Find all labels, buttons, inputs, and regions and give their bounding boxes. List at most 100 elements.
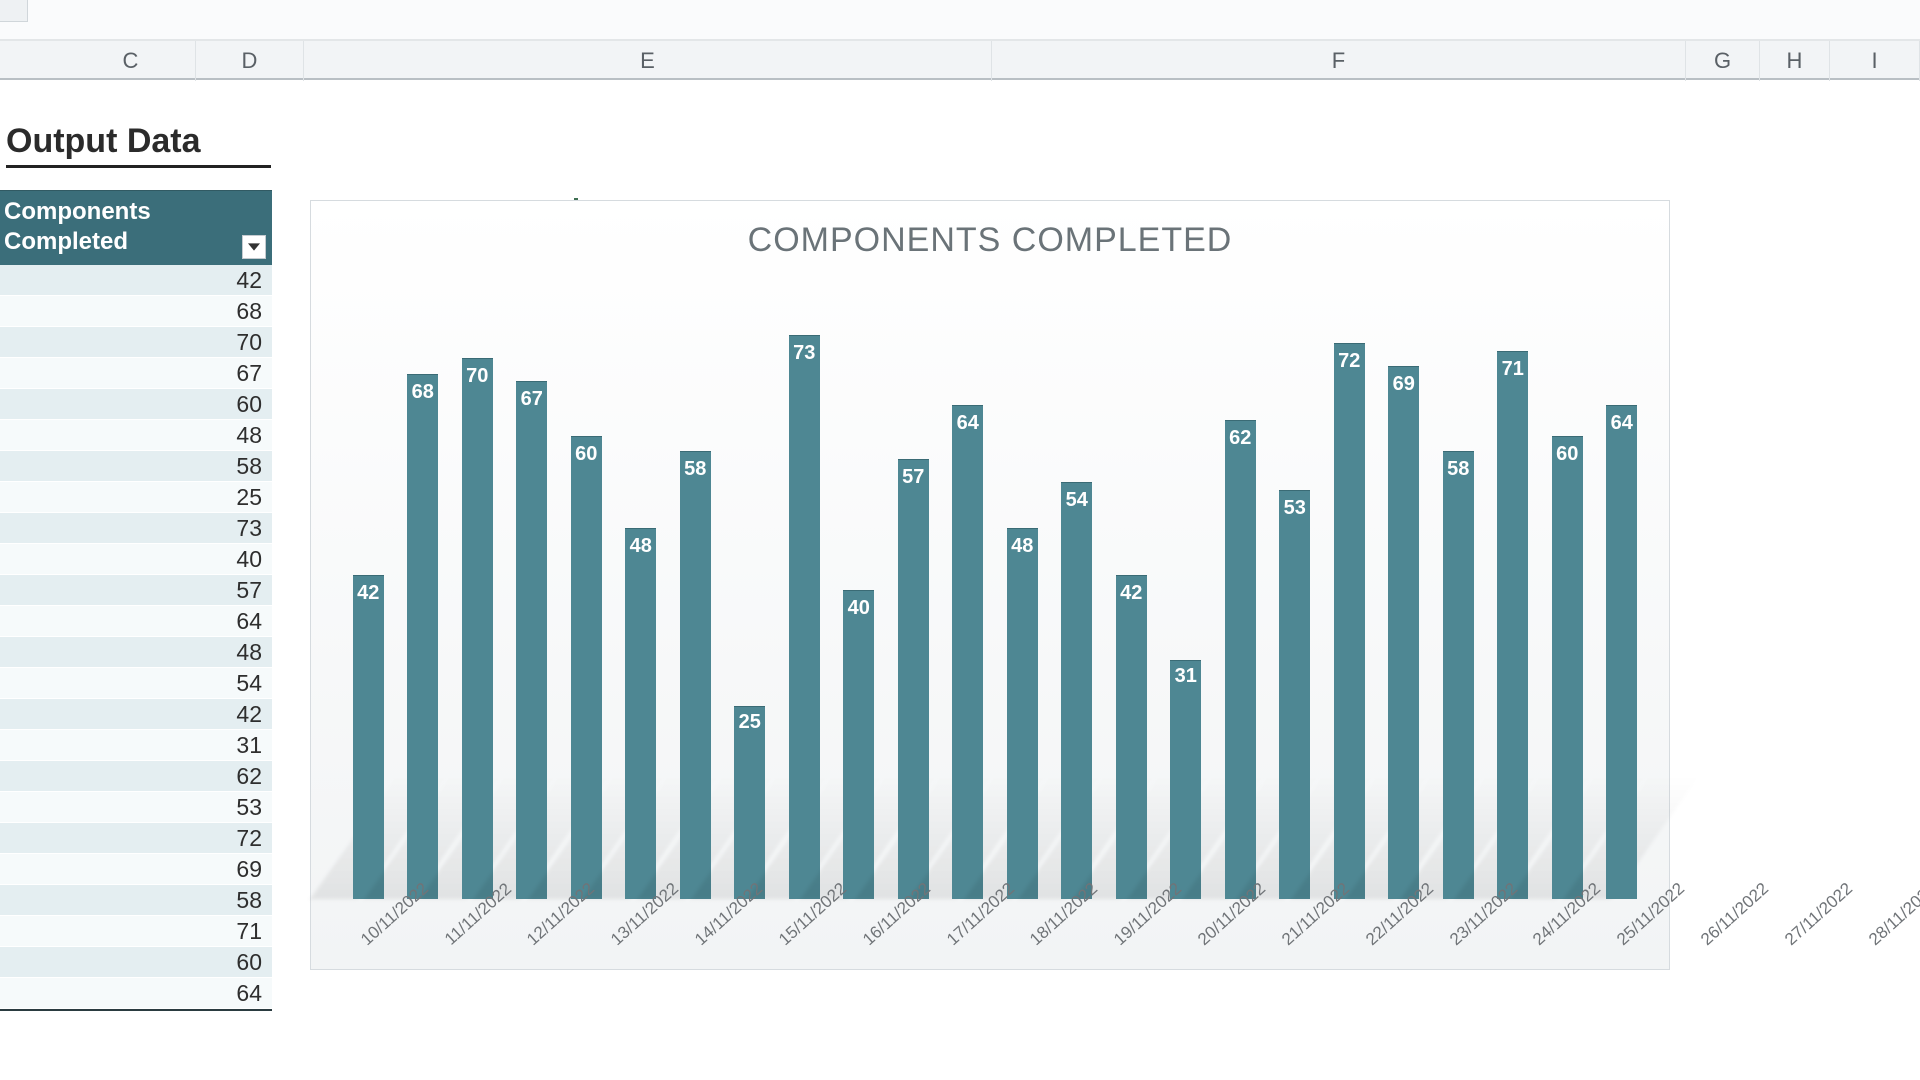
table-row[interactable]: 42 [0, 699, 272, 730]
bar[interactable]: 67 [516, 381, 547, 899]
bar[interactable]: 68 [407, 374, 438, 899]
bar-slot: 64 [941, 281, 996, 899]
table-row[interactable]: 57 [0, 575, 272, 606]
table-row[interactable]: 60 [0, 947, 272, 978]
bar[interactable]: 60 [571, 436, 602, 900]
bar[interactable]: 53 [1279, 490, 1310, 899]
chart-container[interactable]: COMPONENTS COMPLETED 42 68 70 67 60 48 58 25 73 4… [310, 200, 1670, 970]
bar[interactable]: 71 [1497, 351, 1528, 899]
column-header[interactable]: I [1830, 41, 1920, 81]
bar[interactable]: 48 [1007, 528, 1038, 899]
bar-slot: 60 [559, 281, 614, 899]
table-row[interactable]: 58 [0, 451, 272, 482]
table-row[interactable]: 64 [0, 606, 272, 637]
bar-slot: 25 [723, 281, 778, 899]
bar[interactable]: 31 [1170, 660, 1201, 899]
table-row[interactable]: 69 [0, 854, 272, 885]
column-header[interactable]: D [196, 41, 304, 81]
bar[interactable]: 57 [898, 459, 929, 899]
bar-data-label: 40 [848, 597, 870, 620]
bar-slot: 60 [1540, 281, 1595, 899]
table-row[interactable]: 25 [0, 482, 272, 513]
bar-data-label: 69 [1393, 373, 1415, 396]
bar-data-label: 64 [1611, 412, 1633, 435]
bar[interactable]: 73 [789, 335, 820, 899]
worksheet-area[interactable]: Output Data Components Completed 4268706… [0, 80, 1920, 1080]
data-table: Components Completed 4268706760485825734… [0, 190, 272, 1011]
bar-data-label: 64 [957, 412, 979, 435]
table-row[interactable]: 70 [0, 327, 272, 358]
bar-data-label: 48 [630, 535, 652, 558]
bar-slot: 70 [450, 281, 505, 899]
column-header[interactable]: F [992, 41, 1686, 81]
table-row[interactable]: 60 [0, 389, 272, 420]
bar[interactable]: 69 [1388, 366, 1419, 899]
bar[interactable]: 58 [1443, 451, 1474, 899]
table-row[interactable]: 40 [0, 544, 272, 575]
bar-slot: 64 [1595, 281, 1650, 899]
bar-data-label: 57 [902, 466, 924, 489]
table-row[interactable]: 53 [0, 792, 272, 823]
bar[interactable]: 72 [1334, 343, 1365, 899]
bar-data-label: 62 [1229, 427, 1251, 450]
table-row[interactable]: 71 [0, 916, 272, 947]
bar-data-label: 68 [412, 381, 434, 404]
bar[interactable]: 64 [952, 405, 983, 899]
bar-data-label: 42 [1120, 582, 1142, 605]
filter-dropdown-button[interactable] [242, 235, 266, 259]
bar-slot: 54 [1050, 281, 1105, 899]
bar[interactable]: 54 [1061, 482, 1092, 899]
bar-slot: 42 [341, 281, 396, 899]
table-row[interactable]: 64 [0, 978, 272, 1009]
bar-slot: 48 [995, 281, 1050, 899]
table-row[interactable]: 73 [0, 513, 272, 544]
bar-data-label: 67 [521, 388, 543, 411]
column-header[interactable]: E [304, 41, 992, 81]
bar-data-label: 71 [1502, 358, 1524, 381]
table-header-cell[interactable]: Components Completed [0, 190, 272, 265]
bar-data-label: 58 [684, 458, 706, 481]
column-header[interactable]: G [1686, 41, 1760, 81]
table-row[interactable]: 42 [0, 265, 272, 296]
table-row[interactable]: 67 [0, 358, 272, 389]
table-row[interactable]: 48 [0, 637, 272, 668]
table-row[interactable]: 62 [0, 761, 272, 792]
table-row[interactable]: 54 [0, 668, 272, 699]
bar[interactable]: 48 [625, 528, 656, 899]
bar-slot: 48 [614, 281, 669, 899]
table-row[interactable]: 48 [0, 420, 272, 451]
bar[interactable]: 40 [843, 590, 874, 899]
column-header-row: CDEFGHI [0, 40, 1920, 80]
table-row[interactable]: 68 [0, 296, 272, 327]
sheet-tab-stub [0, 0, 28, 22]
bar-slot: 67 [505, 281, 560, 899]
bar[interactable]: 42 [1116, 575, 1147, 899]
bar[interactable]: 62 [1225, 420, 1256, 899]
bar[interactable]: 64 [1606, 405, 1637, 899]
bar-data-label: 53 [1284, 497, 1306, 520]
bar-data-label: 54 [1066, 489, 1088, 512]
bar-slot: 73 [777, 281, 832, 899]
bar-slot: 42 [1104, 281, 1159, 899]
bar[interactable]: 70 [462, 358, 493, 899]
x-axis: 10/11/202211/11/202212/11/202213/11/2022… [341, 901, 1649, 965]
table-row[interactable]: 31 [0, 730, 272, 761]
table-row[interactable]: 58 [0, 885, 272, 916]
bar[interactable]: 60 [1552, 436, 1583, 900]
bar-data-label: 31 [1175, 665, 1197, 688]
bar-slot: 31 [1159, 281, 1214, 899]
column-header[interactable]: C [66, 41, 196, 81]
chart-title: COMPONENTS COMPLETED [311, 201, 1669, 268]
column-header[interactable]: H [1760, 41, 1830, 81]
bar-slot: 71 [1486, 281, 1541, 899]
bar-slot: 68 [396, 281, 451, 899]
bar-slot: 57 [886, 281, 941, 899]
table-header-label: Components Completed [4, 198, 151, 255]
bar[interactable]: 42 [353, 575, 384, 899]
section-title: Output Data [6, 122, 271, 168]
bar-data-label: 25 [739, 711, 761, 734]
bar[interactable]: 58 [680, 451, 711, 899]
x-tick-label: 28/11/2022 [1859, 873, 1920, 977]
bar[interactable]: 25 [734, 706, 765, 899]
table-row[interactable]: 72 [0, 823, 272, 854]
